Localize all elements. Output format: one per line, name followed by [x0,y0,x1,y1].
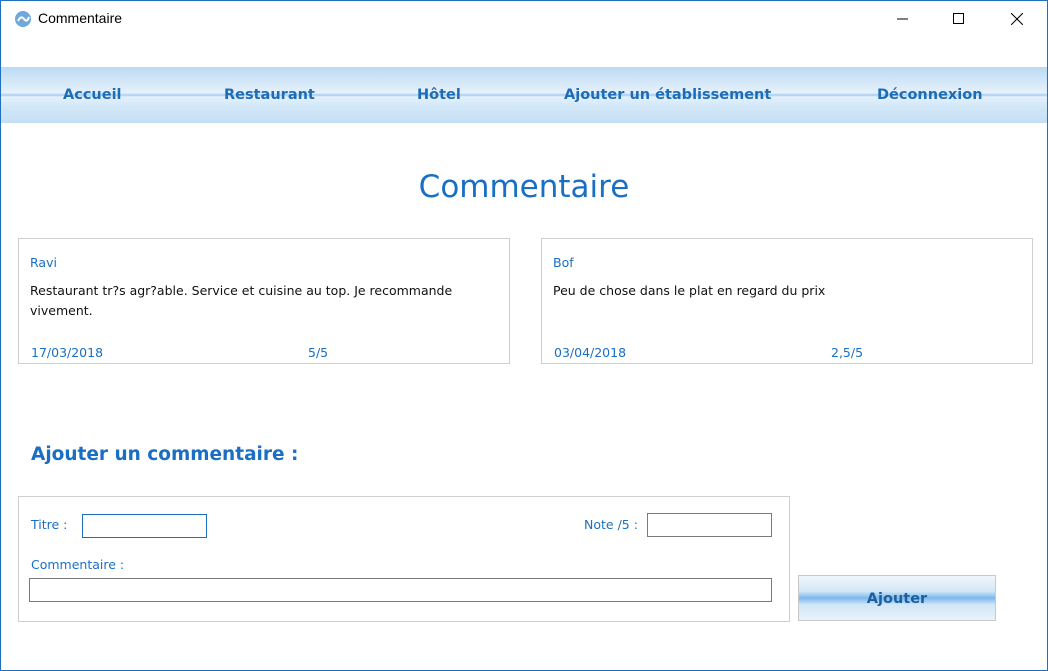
app-window: Commentaire Accueil Restaurant Hôtel Ajo… [0,0,1048,671]
window-title: Commentaire [38,10,123,26]
comment-score: 2,5/5 [831,345,864,360]
nav-item-ajouter-etablissement[interactable]: Ajouter un établissement [564,87,771,103]
close-icon [1011,13,1023,25]
nav-item-restaurant[interactable]: Restaurant [224,87,315,103]
title-input[interactable] [82,514,207,538]
minimize-button[interactable] [879,1,925,37]
add-button[interactable]: Ajouter [798,575,996,621]
nav-item-hotel[interactable]: Hôtel [417,87,461,103]
minimize-icon [897,18,908,20]
close-button[interactable] [993,1,1039,37]
comment-date: 17/03/2018 [31,345,104,360]
comment-input[interactable] [29,578,772,602]
comment-body: Restaurant tr?s agr?able. Service et cui… [30,283,453,318]
add-comment-form: Titre : Note /5 : Commentaire : [18,496,790,622]
title-bar[interactable]: Commentaire [1,1,1047,37]
add-comment-heading: Ajouter un commentaire : [31,444,299,465]
comment-card: Ravi Restaurant tr?s agr?able. Service e… [18,238,510,364]
comment-body: Peu de chose dans le plat en regard du p… [553,283,826,298]
nav-bar: Accueil Restaurant Hôtel Ajouter un étab… [1,67,1047,123]
note-input[interactable] [647,513,772,537]
comment-label: Commentaire : [31,557,125,572]
comment-score: 5/5 [308,345,329,360]
page-title: Commentaire [418,169,630,205]
maximize-button[interactable] [935,1,981,37]
nav-item-deconnexion[interactable]: Déconnexion [877,87,983,103]
comment-card: Bof Peu de chose dans le plat en regard … [541,238,1033,364]
comment-title: Ravi [30,255,57,270]
nav-item-accueil[interactable]: Accueil [63,87,122,103]
maximize-icon [953,13,964,24]
comment-title: Bof [553,255,574,270]
title-label: Titre : [31,517,68,532]
app-logo-icon [14,10,32,28]
comment-date: 03/04/2018 [554,345,627,360]
note-label: Note /5 : [584,517,638,532]
